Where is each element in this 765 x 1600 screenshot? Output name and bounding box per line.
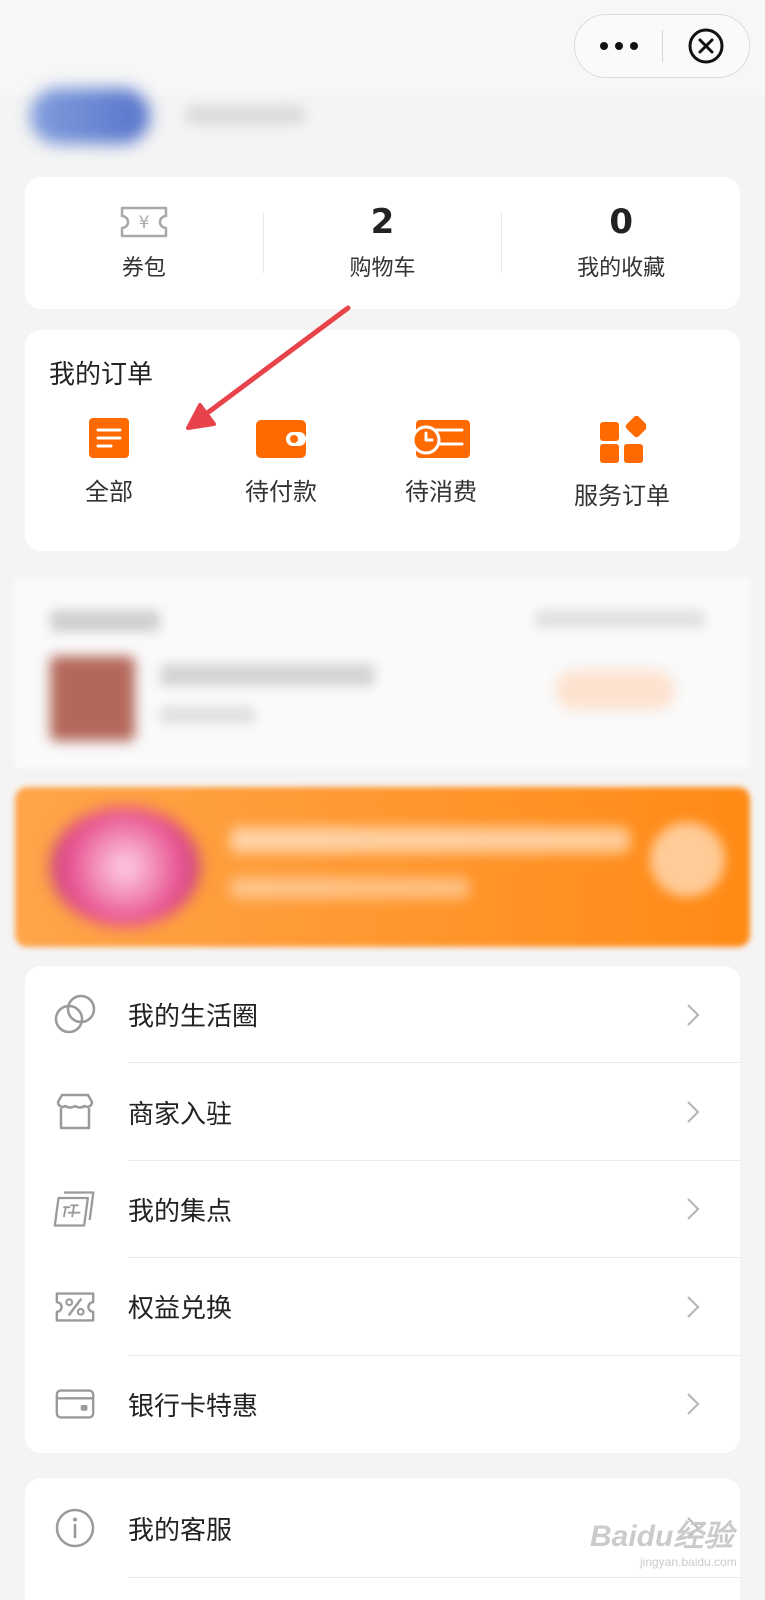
profile-header-blurred [10, 80, 370, 150]
coupon-icon: ¥ [120, 206, 168, 238]
menu-item-points[interactable]: 我的集点 [25, 1161, 740, 1259]
order-pending-payment-button[interactable]: 待付款 [245, 416, 317, 507]
menu-item-merchant-join[interactable]: 商家入驻 [25, 1063, 740, 1161]
cart-label: 购物车 [349, 256, 416, 281]
cart-entry[interactable]: 2 购物车 [264, 177, 502, 309]
user-name-blurred [185, 106, 305, 124]
order-all-label: 全部 [85, 478, 133, 506]
wallet-icon [256, 420, 306, 458]
chevron-right-icon [687, 1393, 700, 1416]
coupon-wallet-entry[interactable]: ¥ 券包 [25, 177, 263, 309]
recent-order-blurred[interactable] [15, 578, 750, 768]
favorites-label: 我的收藏 [577, 256, 666, 281]
order-pending-payment-label: 待付款 [245, 478, 317, 506]
grid-icon [600, 416, 646, 463]
menu-item-label: 银行卡特惠 [128, 1391, 259, 1422]
banner-button-blurred [650, 822, 725, 897]
watermark-url: jingyan.baidu.com [640, 1555, 737, 1569]
coupon-glyph: ¥ [138, 213, 149, 233]
mini-program-capsule [574, 14, 750, 78]
store-icon [53, 1090, 97, 1134]
info-icon [53, 1506, 97, 1550]
service-menu: 我的生活圈 商家入驻 我的集点 权益兑换 银行卡特惠 [25, 966, 740, 1453]
chevron-right-icon [687, 1198, 700, 1221]
favorites-entry[interactable]: 0 我的收藏 [502, 177, 740, 309]
close-icon [688, 28, 724, 64]
blurred-title [50, 610, 160, 632]
stats-card: ¥ 券包 2 购物车 0 我的收藏 [25, 177, 740, 309]
menu-item-label: 我的生活圈 [128, 1002, 259, 1033]
more-options-button[interactable] [575, 15, 662, 77]
chevron-right-icon [687, 1101, 700, 1123]
menu-item-benefit-exchange[interactable]: 权益兑换 [25, 1258, 740, 1356]
clock-ticket-icon [411, 420, 470, 458]
chevron-right-icon [687, 1296, 700, 1318]
cart-count: 2 [370, 202, 395, 242]
blurred-thumbnail [50, 656, 135, 741]
menu-item-label: 权益兑换 [128, 1294, 233, 1325]
menu-item-label: 商家入驻 [128, 1099, 233, 1130]
banner-subtext-blurred [230, 877, 470, 899]
order-list-icon [89, 418, 129, 458]
menu-item-label: 我的客服 [128, 1515, 233, 1546]
banner-text-blurred [230, 827, 630, 853]
circles-icon [53, 993, 97, 1037]
my-orders-card: 我的订单 全部 待付款 待消费 服务订单 [25, 330, 740, 551]
order-all-button[interactable]: 全部 [85, 416, 133, 507]
menu-item-bank-card-offers[interactable]: 银行卡特惠 [25, 1356, 740, 1453]
promo-banner-blurred[interactable] [15, 787, 750, 947]
close-button[interactable] [663, 15, 749, 77]
favorites-count: 0 [609, 202, 634, 242]
order-service-button[interactable]: 服务订单 [574, 416, 670, 511]
coupon-label: 券包 [121, 256, 166, 281]
order-pending-use-label: 待消费 [405, 478, 477, 506]
order-pending-use-button[interactable]: 待消费 [405, 416, 477, 507]
chevron-right-icon [687, 1003, 700, 1026]
avatar[interactable] [30, 88, 150, 144]
discount-ticket-icon [53, 1285, 97, 1329]
watermark-brand: Baidu经验 [590, 1520, 734, 1553]
blurred-link [535, 610, 705, 628]
menu-item-life-circle[interactable]: 我的生活圈 [25, 966, 740, 1064]
baidu-jingyan-watermark: Baidu经验 jingyan.baidu.com [580, 1505, 750, 1580]
order-service-label: 服务订单 [574, 482, 670, 510]
blurred-subtext [160, 706, 255, 724]
stamp-card-icon [53, 1187, 97, 1231]
bank-card-icon [53, 1382, 97, 1426]
orders-title: 我的订单 [49, 360, 154, 390]
banner-image [50, 807, 200, 927]
menu-item-label: 我的集点 [128, 1196, 233, 1227]
blurred-text [160, 664, 375, 686]
blurred-button [555, 670, 675, 710]
